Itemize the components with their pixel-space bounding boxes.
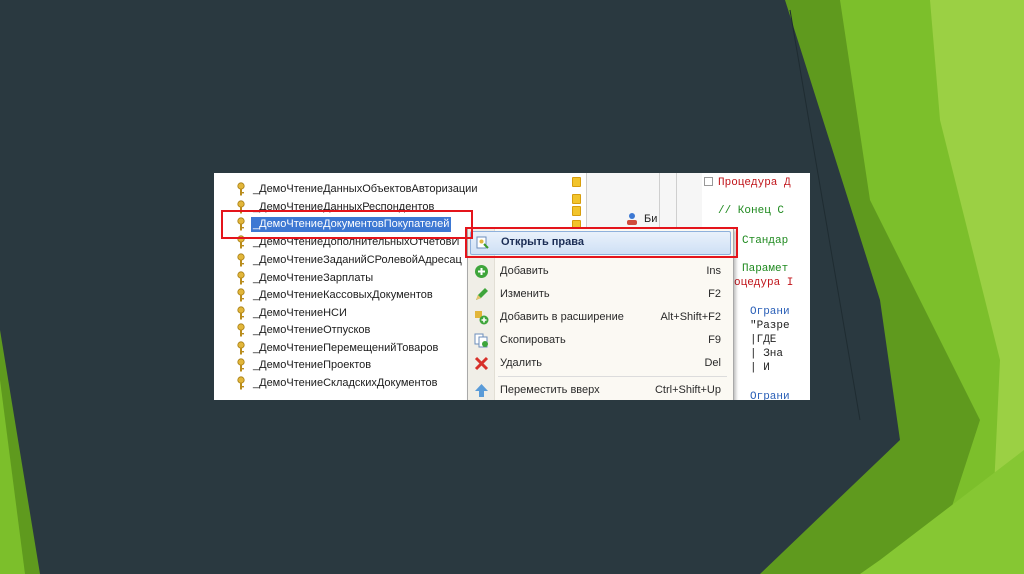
code-line: Парамет — [742, 263, 789, 275]
screenshot-panel: _ДемоЧтениеДанныхОбъектовАвторизации _Дем… — [214, 173, 810, 400]
menu-item-shortcut: Del — [704, 357, 721, 369]
delete-icon — [474, 356, 489, 371]
key-icon — [234, 182, 248, 196]
menu-item-label: Удалить — [500, 357, 542, 369]
tree-selection-highlight — [221, 210, 473, 239]
code-line: Процедура Д — [718, 177, 791, 189]
menu-item-highlight — [465, 227, 738, 258]
code-line: | И — [750, 362, 770, 374]
tree-item-label: _ДемоЧтениеЗаданийСРолевойАдресац — [253, 254, 462, 266]
menu-item-shortcut: Ins — [706, 265, 721, 277]
menu-item-label: Скопировать — [500, 334, 566, 346]
menu-item-add-to-extension[interactable]: Добавить в расширение Alt+Shift+F2 — [470, 307, 729, 329]
tree-item-label: _ДемоЧтениеПроектов — [253, 359, 372, 371]
menu-item-move-up[interactable]: Переместить вверх Ctrl+Shift+Up — [470, 380, 729, 400]
tree-item-label: _ДемоЧтениеСкладскихДокументов — [253, 377, 438, 389]
key-icon — [234, 376, 248, 390]
menu-item-label: Добавить в расширение — [500, 311, 624, 323]
menu-item-add[interactable]: Добавить Ins — [470, 261, 729, 283]
edit-icon — [474, 287, 489, 302]
tree-item-label: _ДемоЧтениеОтпусков — [253, 324, 371, 336]
add-to-extension-icon — [474, 310, 489, 325]
move-up-icon — [474, 383, 489, 398]
menu-item-label: Переместить вверх — [500, 384, 600, 396]
menu-item-delete[interactable]: Удалить Del — [470, 353, 729, 375]
menu-item-shortcut: Ctrl+Shift+Up — [654, 384, 721, 396]
menu-item-label: Изменить — [500, 288, 550, 300]
menu-item-edit[interactable]: Изменить F2 — [470, 284, 729, 306]
collapse-toggle[interactable] — [704, 177, 713, 186]
key-icon — [234, 271, 248, 285]
code-line: Ограни — [750, 306, 790, 318]
tree-item-label: _ДемоЧтениеНСИ — [253, 307, 347, 319]
code-line: Ограни — [750, 391, 790, 400]
tree-item-label: _ДемоЧтениеКассовыхДокументов — [253, 289, 433, 301]
folder-icon — [572, 206, 581, 216]
menu-item-shortcut: Alt+Shift+F2 — [660, 311, 721, 323]
key-icon — [234, 306, 248, 320]
tree-item-label: _ДемоЧтениеПеремещенийТоваров — [253, 342, 439, 354]
menu-separator — [498, 376, 727, 377]
code-line: "Разре — [750, 320, 790, 332]
tree-item-label: _ДемоЧтениеЗарплаты — [253, 272, 374, 284]
key-icon — [234, 341, 248, 355]
user-group-icon — [627, 213, 637, 225]
code-line: Стандар — [742, 235, 789, 247]
add-icon — [474, 264, 489, 279]
key-icon — [234, 358, 248, 372]
code-line: |ГДЕ — [750, 334, 777, 346]
menu-item-copy[interactable]: Скопировать F9 — [470, 330, 729, 352]
menu-item-shortcut: F2 — [708, 288, 721, 300]
key-icon — [234, 253, 248, 267]
folder-icon — [572, 194, 581, 204]
menu-item-label: Добавить — [500, 265, 549, 277]
code-line: | Зна — [750, 348, 784, 360]
menu-item-shortcut: F9 — [708, 334, 721, 346]
key-icon — [234, 323, 248, 337]
code-line: // Конец С — [718, 205, 785, 217]
key-icon — [234, 288, 248, 302]
code-line: оцедура I — [734, 277, 794, 289]
tree-item[interactable]: _ДемоЧтениеДанныхОбъектовАвторизации — [214, 181, 574, 198]
folder-icon — [572, 177, 581, 187]
tree-item-label: _ДемоЧтениеДанныхОбъектовАвторизации — [253, 183, 478, 195]
middle-label: Би — [644, 213, 658, 225]
copy-icon — [474, 333, 489, 348]
